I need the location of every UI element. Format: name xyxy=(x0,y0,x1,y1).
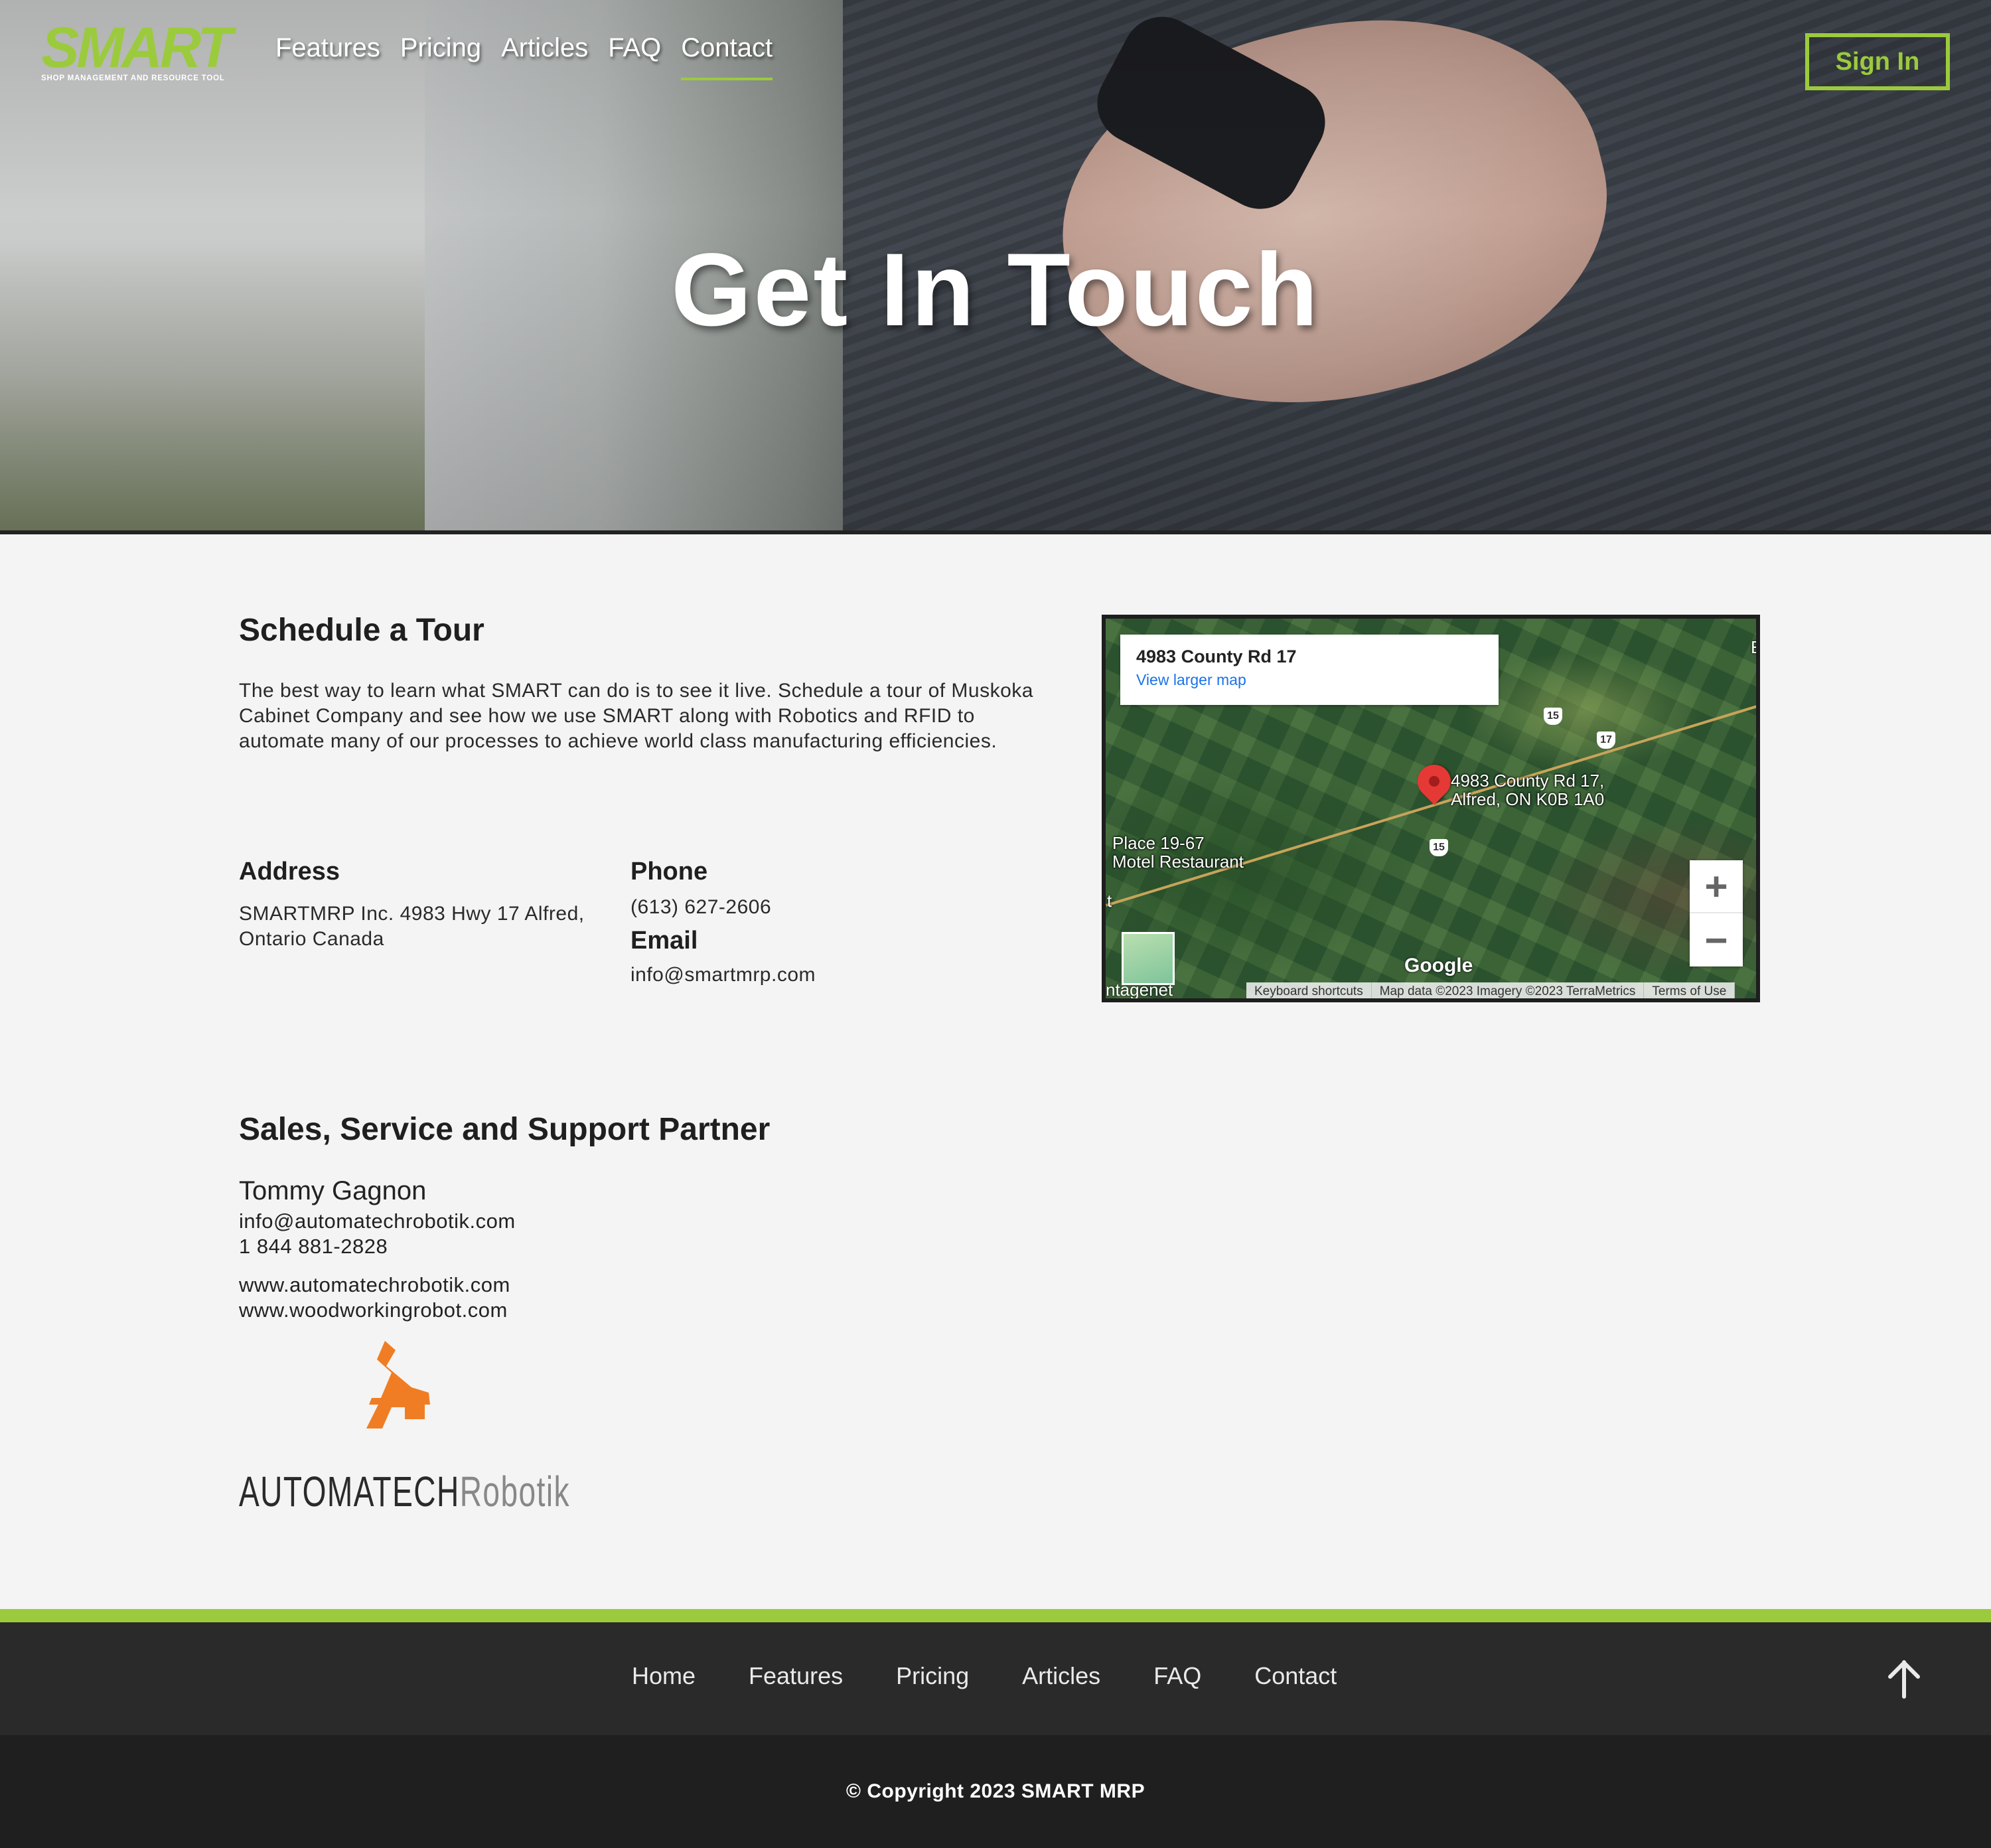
arrow-up-icon[interactable] xyxy=(1882,1657,1926,1701)
tour-heading: Schedule a Tour xyxy=(239,613,484,648)
map-pin-label: 4983 County Rd 17, Alfred, ON K0B 1A0 xyxy=(1451,771,1605,809)
hero-divider xyxy=(0,530,1991,534)
hero-banner: SMART SHOP MANAGEMENT AND RESOURCE TOOL … xyxy=(0,0,1991,534)
partner-name: Tommy Gagnon xyxy=(239,1176,427,1205)
zoom-out-button[interactable]: − xyxy=(1690,913,1743,966)
footer-nav: Home Features Pricing Articles FAQ Conta… xyxy=(0,1622,1991,1735)
address-heading: Address xyxy=(239,858,340,886)
nav-features[interactable]: Features xyxy=(275,33,380,63)
footer-link-articles[interactable]: Articles xyxy=(1022,1662,1100,1690)
footer-link-faq[interactable]: FAQ xyxy=(1153,1662,1201,1690)
map-info-title: 4983 County Rd 17 xyxy=(1136,647,1297,666)
partner-email[interactable]: info@automatechrobotik.com xyxy=(239,1209,516,1233)
logo-word: SMART xyxy=(41,16,232,80)
map-type-toggle[interactable] xyxy=(1122,932,1175,985)
route-shield: 15 xyxy=(1430,839,1448,856)
phone-value[interactable]: (613) 627-2606 xyxy=(630,895,771,920)
footer-accent-bar xyxy=(0,1609,1991,1622)
map-data-credit: Map data ©2023 Imagery ©2023 TerraMetric… xyxy=(1372,982,1645,998)
sign-in-button[interactable]: Sign In xyxy=(1805,33,1950,90)
map-edge-label: E xyxy=(1751,637,1756,658)
route-shield: 17 xyxy=(1597,732,1615,749)
email-value[interactable]: info@smartmrp.com xyxy=(630,963,816,988)
nav-contact[interactable]: Contact xyxy=(681,33,773,80)
google-logo: Google xyxy=(1404,955,1473,976)
map-edge-label: t xyxy=(1107,891,1112,911)
email-heading: Email xyxy=(630,927,698,955)
map-zoom-controls: + − xyxy=(1690,860,1743,966)
map-place-label: Place 19-67 Motel Restaurant xyxy=(1112,833,1244,872)
partner-website-1[interactable]: www.automatechrobotik.com xyxy=(239,1273,510,1297)
keyboard-shortcuts-link[interactable]: Keyboard shortcuts xyxy=(1246,982,1372,998)
map-info-box: 4983 County Rd 17 View larger map xyxy=(1120,635,1499,705)
terms-of-use-link[interactable]: Terms of Use xyxy=(1644,982,1735,998)
address-value: SMARTMRP Inc. 4983 Hwy 17 Alfred, Ontari… xyxy=(239,903,585,950)
nav-faq[interactable]: FAQ xyxy=(608,33,661,63)
robot-arm-icon xyxy=(366,1341,430,1428)
footer-link-home[interactable]: Home xyxy=(632,1662,696,1690)
copyright-bar: © Copyright 2023 SMART MRP xyxy=(0,1735,1991,1848)
zoom-in-button[interactable]: + xyxy=(1690,860,1743,913)
logo-wordmark: AUTOMATECHRobotik xyxy=(239,1468,571,1515)
main-nav: Features Pricing Articles FAQ Contact xyxy=(275,33,773,80)
logo-tagline: SHOP MANAGEMENT AND RESOURCE TOOL xyxy=(41,74,225,82)
partner-website-2[interactable]: www.woodworkingrobot.com xyxy=(239,1298,508,1322)
phone-heading: Phone xyxy=(630,858,708,886)
nav-articles[interactable]: Articles xyxy=(501,33,588,63)
footer-link-contact[interactable]: Contact xyxy=(1254,1662,1337,1690)
footer-link-pricing[interactable]: Pricing xyxy=(896,1662,969,1690)
partner-heading: Sales, Service and Support Partner xyxy=(239,1112,771,1147)
tour-description: The best way to learn what SMART can do … xyxy=(239,680,1033,752)
map-attribution: Keyboard shortcuts Map data ©2023 Imager… xyxy=(1246,982,1735,998)
automatech-robotik-logo[interactable]: AUTOMATECHRobotik xyxy=(239,1341,569,1515)
copyright-text: © Copyright 2023 SMART MRP xyxy=(846,1780,1145,1802)
route-shield: 15 xyxy=(1544,708,1562,725)
footer-link-features[interactable]: Features xyxy=(749,1662,843,1690)
location-map[interactable]: E 4983 County Rd 17 View larger map 15 1… xyxy=(1102,615,1760,1002)
map-edge-label: ntagenet xyxy=(1106,980,1173,1000)
view-larger-map-link[interactable]: View larger map xyxy=(1136,671,1483,689)
smart-logo[interactable]: SMART SHOP MANAGEMENT AND RESOURCE TOOL xyxy=(41,16,247,84)
page-title: Get In Touch xyxy=(671,232,1320,348)
nav-pricing[interactable]: Pricing xyxy=(400,33,481,63)
partner-phone[interactable]: 1 844 881-2828 xyxy=(239,1235,388,1259)
